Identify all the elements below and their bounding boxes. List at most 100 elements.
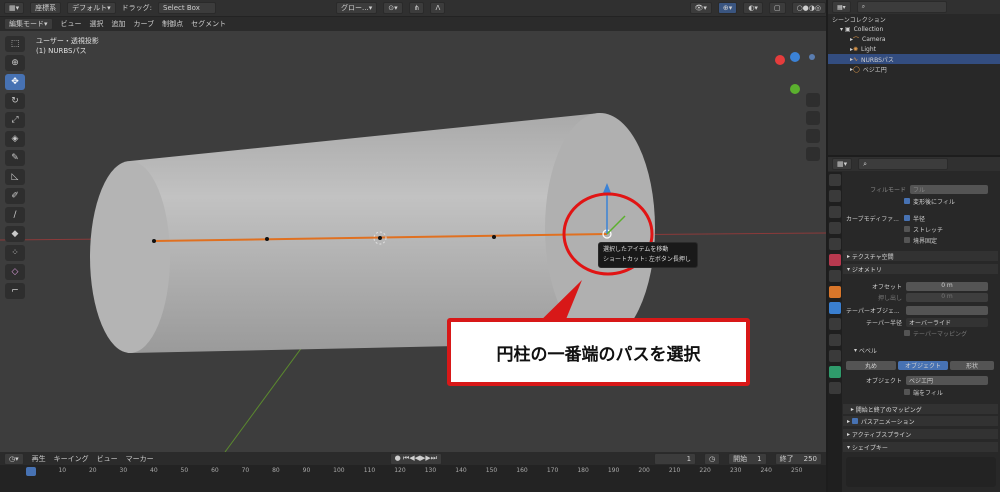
menu-view[interactable]: ビュー [61,19,82,29]
start-frame-field[interactable]: 開始 1 [728,452,767,465]
outliner-item-light[interactable]: ▸ ✺ Light [828,44,1000,54]
bevel-object-field[interactable]: ベジエ円 [906,375,988,385]
zoom-icon[interactable] [806,93,820,107]
render-tab-icon[interactable] [829,190,841,202]
bounds-clamp-row[interactable]: 境界固定 [846,235,996,245]
fill-caps-checkbox[interactable] [904,389,910,395]
radius-checkbox[interactable] [904,215,910,221]
physics-tab-icon[interactable] [829,334,841,346]
timeline-playback[interactable]: 再生 [32,454,46,464]
transform-icon[interactable]: ◈ [5,131,25,147]
nav-z-icon[interactable] [790,52,800,62]
constraints-tab-icon[interactable] [829,350,841,362]
tilt-icon[interactable]: ◇ [5,264,25,280]
overlay-button[interactable]: ◐▾ [743,2,763,14]
cursor-icon[interactable]: ⊕ [5,55,25,71]
menu-curve[interactable]: カーブ [134,19,155,29]
data-tab-icon[interactable] [829,366,841,378]
bevel-tab-round[interactable]: 丸め [846,360,896,370]
proportional-button[interactable]: Λ [430,2,446,14]
tool-tab-icon[interactable] [829,174,841,186]
rotate-icon[interactable]: ↻ [5,93,25,109]
scene-tab-icon[interactable] [829,238,841,250]
timeline[interactable]: 1102030405060708090100110120130140150160… [0,465,826,492]
draw-icon[interactable]: ✐ [5,188,25,204]
gizmo-button[interactable]: ⊕▾ [717,2,738,14]
nav-y-icon[interactable] [790,84,800,94]
menu-control-points[interactable]: 制御点 [162,19,183,29]
mode-dropdown[interactable]: 編集モード ▾ [4,18,53,30]
texture-space-panel[interactable]: ▸ テクスチャ空間 [843,251,998,261]
properties-search[interactable]: ⌕ [858,158,949,170]
material-tab-icon[interactable] [829,382,841,394]
timeline-view[interactable]: ビュー [97,454,118,464]
menu-segments[interactable]: セグメント [191,19,226,29]
hand-icon[interactable] [806,111,820,125]
scale-icon[interactable]: ⤢ [5,112,25,128]
taper-mapping-checkbox[interactable] [904,330,910,336]
stretch-row[interactable]: ストレッチ [846,224,996,234]
start-end-mapping-panel[interactable]: ▸ 開始と終了のマッピング [843,404,998,414]
current-frame-field[interactable]: 1 [654,452,697,465]
stretch-checkbox[interactable] [904,226,910,232]
modifier-tab-icon[interactable] [829,302,841,314]
end-frame-field[interactable]: 終了 250 [774,452,822,465]
shape-keys-panel[interactable]: ▾ シェイプキー [843,442,998,452]
outliner-item-nurbs-path[interactable]: ▸ ∿ NURBSパス [828,54,1000,64]
outliner-editor-button[interactable]: ▦▾ [832,1,851,13]
outliner-item-camera[interactable]: ▸ ⌒ Camera [828,34,1000,44]
nav-x-icon[interactable] [775,55,785,65]
radius-icon[interactable]: ⁘ [5,245,25,261]
timeline-keying[interactable]: キーイング [54,454,89,464]
move-icon[interactable]: ✥ [5,74,25,90]
menu-select[interactable]: 選択 [90,19,104,29]
deform-fill-checkbox[interactable] [904,198,910,204]
collection-row[interactable]: ▾ ▣ Collection [828,24,1000,34]
control-point[interactable] [152,239,156,243]
control-point[interactable] [492,235,496,239]
bevel-header[interactable]: ▾ ベベル [846,345,996,355]
world-tab-icon[interactable] [829,254,841,266]
orientation-dropdown[interactable]: デフォルト ▾ [67,2,116,14]
coords-button[interactable]: 座標系 [30,2,62,14]
view-layer-tab-icon[interactable] [829,222,841,234]
fill-caps-row[interactable]: 端をフィル [846,387,996,397]
bounds-clamp-checkbox[interactable] [904,237,910,243]
active-spline-panel[interactable]: ▸ アクティブスプライン [843,429,998,439]
object-tab-icon[interactable] [829,286,841,298]
measure-icon[interactable]: ◺ [5,169,25,185]
playback-controls[interactable]: ● ⏮◀◀▶▶⏭ [389,452,443,465]
output-tab-icon[interactable] [829,206,841,218]
taper-mapping-row[interactable]: テーパーマッピング [846,328,996,338]
outliner-item-bezier-circle[interactable]: ▸ ◯ ベジエ円 [828,64,1000,74]
collection-tab-icon[interactable] [829,270,841,282]
bevel-tab-profile[interactable]: 形状 [950,360,994,370]
randomize-icon[interactable]: ⌐ [5,283,25,299]
deform-fill-row[interactable]: 変形後にフィル [846,196,996,206]
nav-neg-icon[interactable] [809,54,815,60]
transform-orientation-dropdown[interactable]: グロー... ▾ [336,2,378,14]
menu-add[interactable]: 追加 [112,19,126,29]
3d-viewport[interactable] [0,31,826,452]
path-animation-panel[interactable]: ▸ パスアニメーション [843,416,998,426]
taper-object-field[interactable] [906,305,988,315]
snap-button[interactable]: ⋔ [408,2,425,14]
playhead[interactable] [26,467,36,476]
visibility-button[interactable]: 👁▾ [689,2,712,14]
shape-keys-list[interactable] [846,457,996,487]
offset-field[interactable]: 0 m [906,281,988,291]
timeline-editor-button[interactable]: ◷▾ [4,452,24,465]
xray-button[interactable]: ▢ [768,2,786,14]
drag-select-dropdown[interactable]: Select Box [158,2,217,14]
grid-icon[interactable] [806,147,820,161]
outliner-search[interactable]: ⌕ [856,1,947,13]
editor-type-button[interactable]: ▦▾ [4,2,25,14]
annotate-icon[interactable]: ✎ [5,150,25,166]
extrude-field[interactable]: 0 m [906,292,988,302]
pen-icon[interactable]: ∕ [5,207,25,223]
fill-mode-dropdown[interactable]: フル [910,184,988,194]
control-point[interactable] [378,236,382,240]
properties-editor-button[interactable]: ▦▾ [832,158,853,170]
control-point[interactable] [265,237,269,241]
geometry-panel[interactable]: ▾ ジオメトリ [843,264,998,274]
